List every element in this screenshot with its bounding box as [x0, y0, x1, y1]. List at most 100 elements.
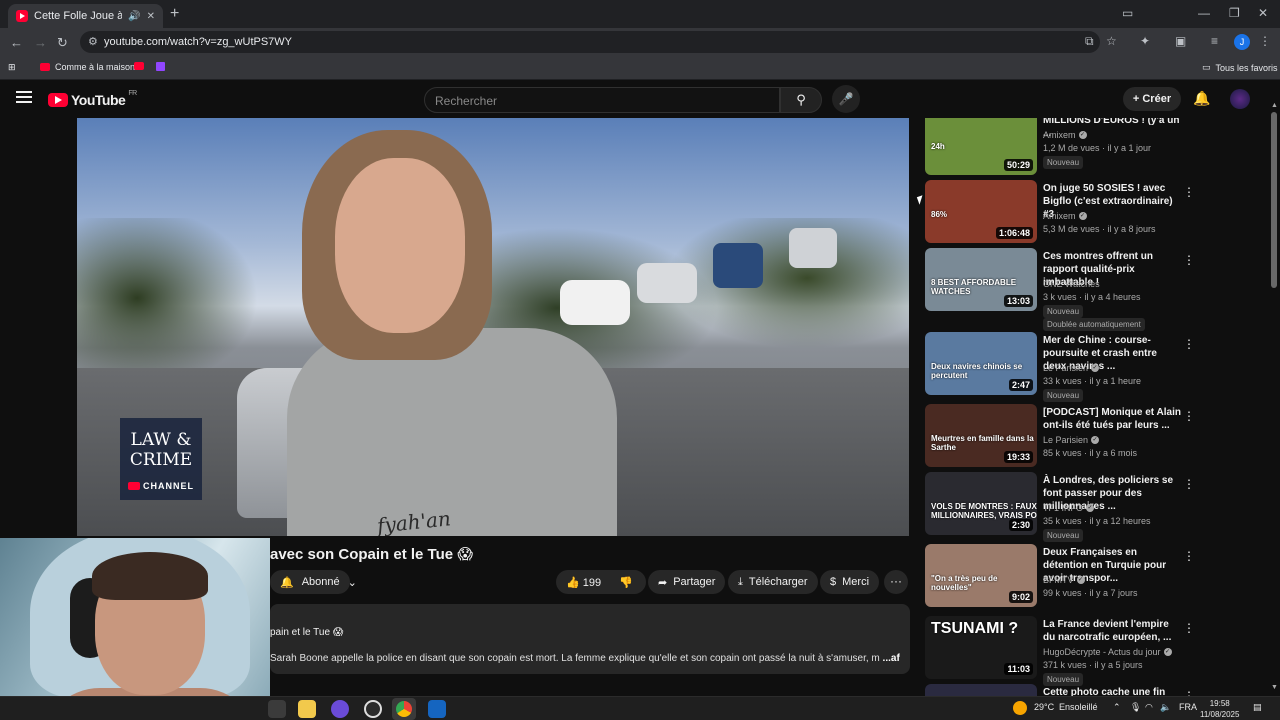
bookmark-item[interactable]: [156, 62, 165, 71]
obs-icon[interactable]: [364, 700, 382, 718]
recommended-video[interactable]: Meurtres en famille dans la Sarthe 19:33[…: [925, 404, 1200, 474]
notifications-icon[interactable]: ▤: [1253, 702, 1262, 713]
channel-name[interactable]: ONE Watches: [1043, 279, 1100, 289]
back-icon[interactable]: ←: [10, 35, 23, 50]
language-indicator[interactable]: FRA: [1179, 702, 1197, 712]
scroll-down-arrow-icon[interactable]: ▼: [1271, 684, 1278, 691]
page-scrollbar[interactable]: [1271, 112, 1277, 288]
taskbar-app-icon[interactable]: [268, 700, 286, 718]
recommended-video[interactable]: 86% 1:06:48 On juge 50 SOSIES ! avec Bigfl…: [925, 180, 1200, 250]
more-options-icon[interactable]: ⋮: [1183, 253, 1195, 267]
recommended-video[interactable]: Deux navires chinois se percutent 2:47 Mer…: [925, 332, 1200, 402]
subscribed-button[interactable]: 🔔 Abonné ⌄: [270, 570, 357, 594]
bookmark-star-icon[interactable]: ☆: [1106, 34, 1117, 48]
video-thumbnail[interactable]: TSUNAMI ? 11:03: [925, 616, 1037, 679]
profile-avatar[interactable]: J: [1234, 34, 1250, 50]
discord-icon[interactable]: [331, 700, 349, 718]
search-input[interactable]: Rechercher: [424, 87, 780, 113]
channel-name[interactable]: Le Parisien ✓: [1043, 363, 1100, 373]
logo-line: LAW: [130, 430, 171, 450]
microphone-tray-icon[interactable]: 🎙: [1130, 702, 1141, 713]
more-options-icon[interactable]: ⋮: [1183, 337, 1195, 351]
speaker-icon[interactable]: 🔊: [128, 11, 140, 22]
recommended-video[interactable]: TSUNAMI ? 11:03 La France devient l'empire…: [925, 616, 1200, 686]
chrome-taskbar-button[interactable]: [392, 698, 416, 720]
chevron-up-icon[interactable]: ⌃: [1113, 702, 1121, 713]
new-tab-icon[interactable]: +: [170, 5, 179, 23]
logo-text: YouTube: [71, 92, 126, 108]
channel-name[interactable]: HugoDécrypte - Actus du jour ✓: [1043, 647, 1172, 657]
dislike-button[interactable]: 👎: [619, 576, 633, 589]
reload-icon[interactable]: ↻: [57, 35, 68, 51]
all-bookmarks[interactable]: ▭ Tous les favoris: [1202, 62, 1278, 73]
create-button[interactable]: + Créer: [1123, 87, 1181, 111]
taskbar-app-icon[interactable]: [428, 700, 446, 718]
video-thumbnail[interactable]: Deux navires chinois se percutent 2:47: [925, 332, 1037, 395]
voice-search-button[interactable]: 🎤: [832, 85, 860, 113]
media-icon[interactable]: ≡: [1211, 34, 1218, 48]
description-box[interactable]: pain et le Tue 😱 Sarah Boone appelle la …: [270, 604, 910, 674]
video-thumbnail[interactable]: 86% 1:06:48: [925, 180, 1037, 243]
minimize-icon[interactable]: —: [1198, 6, 1210, 20]
browser-tab-active[interactable]: Cette Folle Joue à Cache C 🔊 ✕: [8, 4, 163, 28]
thumbnail-text: TSUNAMI ?: [931, 620, 1019, 637]
channel-name[interactable]: Amixem ✓: [1043, 130, 1087, 140]
recommended-video[interactable]: "On a très peu de nouvelles" 9:02 Deux Fra…: [925, 544, 1200, 614]
show-more-link[interactable]: ...afficher plus: [883, 653, 900, 664]
file-explorer-icon[interactable]: [298, 700, 316, 718]
video-thumbnail[interactable]: "On a très peu de nouvelles" 9:02: [925, 544, 1037, 607]
channel-name[interactable]: Amixem ✓: [1043, 211, 1087, 221]
url-field[interactable]: ⚙ youtube.com/watch?v=zg_wUtPS7WY: [80, 31, 1100, 53]
bookmark-item[interactable]: Comme à la maison: [40, 62, 135, 72]
extensions-icon[interactable]: ✦: [1140, 34, 1150, 48]
notifications-bell-icon[interactable]: 🔔: [1193, 90, 1210, 107]
tab-search-icon[interactable]: ▭: [1122, 6, 1133, 20]
volume-icon[interactable]: 🔈: [1160, 702, 1171, 713]
search-button[interactable]: ⚲: [780, 87, 822, 113]
recommended-title[interactable]: La France devient l'empire du narcotrafi…: [1043, 618, 1183, 644]
thanks-icon: $: [830, 576, 837, 588]
account-avatar[interactable]: [1230, 89, 1250, 109]
menu-kebab-icon[interactable]: ⋮: [1259, 34, 1271, 48]
more-options-icon[interactable]: ⋮: [1183, 549, 1195, 563]
hamburger-menu-icon[interactable]: [16, 91, 32, 103]
youtube-logo[interactable]: YouTube FR: [48, 89, 137, 108]
forward-icon[interactable]: →: [34, 35, 47, 50]
video-player[interactable]: fyah'an LAW & CRIME CHANNEL: [77, 118, 909, 536]
wifi-icon[interactable]: ◠: [1145, 702, 1153, 713]
channel-name[interactable]: TF1 INFO ✓: [1043, 503, 1094, 513]
site-info-icon[interactable]: ⚙: [88, 35, 98, 48]
recommended-video[interactable]: VOLS DE MONTRES : FAUX MILLIONNAIRES, VR…: [925, 472, 1200, 542]
recommended-title[interactable]: [PODCAST] Monique et Alain ont-ils été t…: [1043, 406, 1183, 432]
channel-name[interactable]: BFMTV ✓: [1043, 575, 1085, 585]
scroll-up-arrow-icon[interactable]: ▲: [1271, 102, 1278, 109]
video-thumbnail[interactable]: 24h 50:29: [925, 118, 1037, 175]
view-count: 371 k vues · il y a 5 jours: [1043, 660, 1143, 670]
share-button[interactable]: ➦ Partager: [648, 570, 726, 594]
video-thumbnail[interactable]: VOLS DE MONTRES : FAUX MILLIONNAIRES, VR…: [925, 472, 1037, 535]
channel-name[interactable]: Le Parisien ✓: [1043, 435, 1100, 445]
video-thumbnail[interactable]: 8 BEST AFFORDABLE WATCHES 13:03: [925, 248, 1037, 311]
download-button[interactable]: ⤓ Télécharger: [728, 570, 818, 594]
more-actions-button[interactable]: ···: [884, 570, 908, 594]
more-options-icon[interactable]: ⋮: [1183, 477, 1195, 491]
recommended-video[interactable]: 8 BEST AFFORDABLE WATCHES 13:03 Ces montre…: [925, 248, 1200, 331]
close-tab-icon[interactable]: ✕: [147, 11, 155, 22]
video-thumbnail[interactable]: Meurtres en famille dans la Sarthe 19:33: [925, 404, 1037, 467]
more-options-icon[interactable]: ⋮: [1183, 185, 1195, 199]
close-window-icon[interactable]: ✕: [1258, 6, 1268, 20]
apps-grid-icon[interactable]: ⊞: [8, 62, 16, 73]
restore-icon[interactable]: ❐: [1229, 6, 1240, 20]
more-options-icon[interactable]: ⋮: [1183, 621, 1195, 635]
cast-icon[interactable]: ▣: [1175, 34, 1186, 48]
install-icon[interactable]: ⧉: [1085, 34, 1094, 49]
video-scene-car: [637, 263, 697, 303]
thanks-button[interactable]: $ Merci: [820, 570, 880, 594]
video-title: avec son Copain et le Tue 😱: [270, 546, 473, 563]
bookmark-item[interactable]: [134, 62, 144, 70]
like-button[interactable]: 👍 199: [566, 576, 601, 589]
recommended-video[interactable]: 24h 50:29 MILLIONS D'EUROS ! (y'a un ... Am…: [925, 118, 1200, 182]
system-clock[interactable]: 19:58 11/08/2025: [1200, 698, 1239, 720]
logo-region: FR: [128, 89, 137, 97]
more-options-icon[interactable]: ⋮: [1183, 409, 1195, 423]
